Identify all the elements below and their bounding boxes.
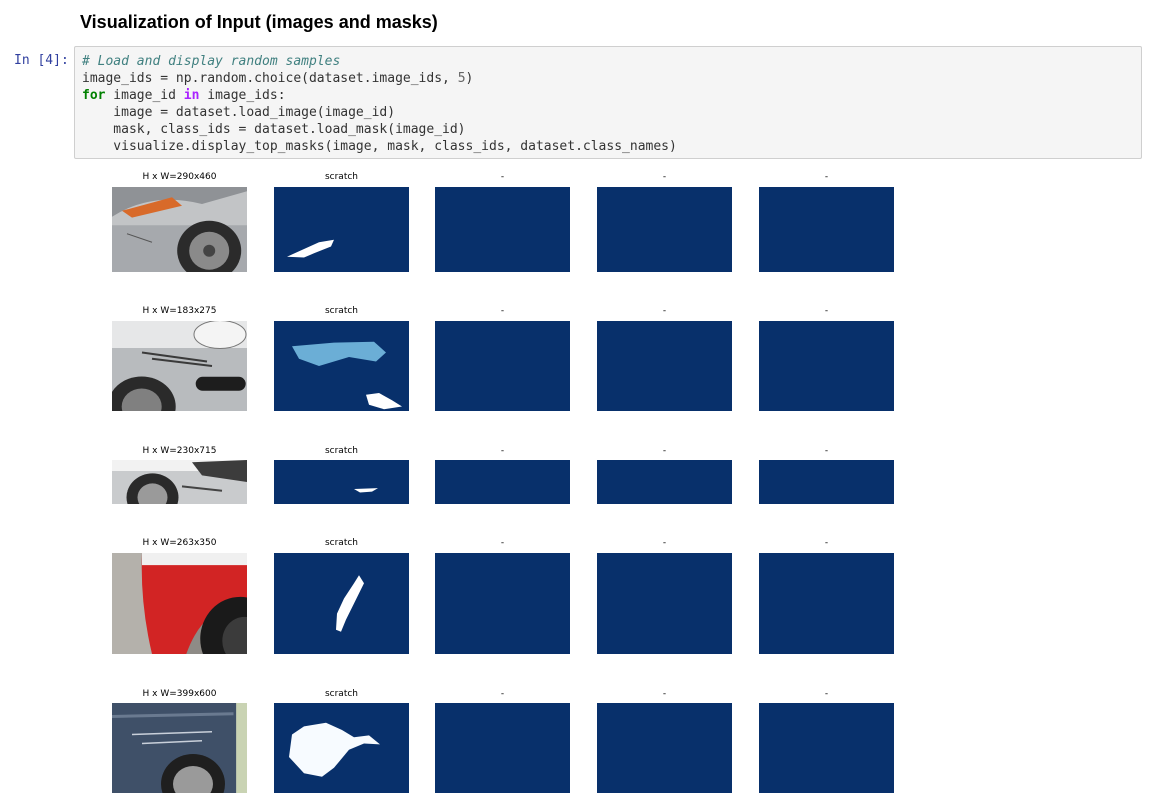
code-line: visualize.display_top_masks(image, mask,… bbox=[82, 138, 1141, 155]
mask-region bbox=[336, 575, 364, 632]
mask-panel bbox=[435, 321, 570, 411]
mask-panel bbox=[274, 187, 409, 272]
code-token: visualize.display_top_masks(image, mask,… bbox=[82, 139, 677, 154]
car-damage-photo bbox=[112, 703, 247, 793]
code-token: 5 bbox=[457, 71, 466, 86]
mask-class-title: - bbox=[824, 689, 829, 699]
code-line: # Load and display random samples bbox=[82, 53, 1141, 70]
image-size-title: H x W=183x275 bbox=[142, 306, 217, 316]
code-token: mask, class_ids = dataset.load_mask(imag… bbox=[82, 122, 466, 137]
code-line: image_ids = np.random.choice(dataset.ima… bbox=[82, 70, 1141, 87]
mask-panel bbox=[597, 321, 732, 411]
mask-panel bbox=[274, 553, 409, 654]
cell-prompt: In [4]: bbox=[14, 53, 69, 68]
mask-class-title: - bbox=[662, 446, 667, 456]
mask-panel bbox=[597, 187, 732, 272]
car-damage-photo bbox=[112, 321, 247, 411]
image-size-title: H x W=263x350 bbox=[142, 538, 217, 548]
mask-class-title: - bbox=[824, 172, 829, 182]
mask-class-title: - bbox=[662, 689, 667, 699]
mask-class-title: - bbox=[824, 538, 829, 548]
mask-region bbox=[292, 341, 386, 366]
mask-class-title: - bbox=[500, 538, 505, 548]
mask-class-title: - bbox=[824, 446, 829, 456]
mask-panel bbox=[759, 553, 894, 654]
image-size-title: H x W=290x460 bbox=[142, 172, 217, 182]
code-token: image_ids: bbox=[199, 88, 286, 103]
image-size-title: H x W=230x715 bbox=[142, 446, 217, 456]
mask-class-title: scratch bbox=[324, 538, 359, 548]
mask-class-title: scratch bbox=[324, 446, 359, 456]
mask-panel bbox=[435, 703, 570, 793]
mask-panel bbox=[435, 187, 570, 272]
car-damage-photo bbox=[112, 553, 247, 654]
car-damage-photo bbox=[112, 460, 247, 504]
code-token: image_id bbox=[105, 88, 184, 103]
mask-region bbox=[366, 393, 402, 410]
page-title: Visualization of Input (images and masks… bbox=[80, 12, 438, 32]
mask-class-title: - bbox=[662, 538, 667, 548]
mask-panel bbox=[274, 703, 409, 793]
mask-panel bbox=[759, 703, 894, 793]
code-token: in bbox=[183, 88, 200, 103]
code-line: for image_id in image_ids: bbox=[82, 87, 1141, 104]
mask-panel bbox=[597, 553, 732, 654]
mask-class-title: - bbox=[500, 446, 505, 456]
mask-class-title: - bbox=[662, 172, 667, 182]
mask-class-title: - bbox=[500, 306, 505, 316]
car-damage-photo bbox=[112, 187, 247, 272]
mask-panel bbox=[759, 460, 894, 504]
code-cell[interactable]: # Load and display random samples image_i… bbox=[74, 46, 1142, 159]
mask-class-title: - bbox=[824, 306, 829, 316]
mask-panel bbox=[597, 703, 732, 793]
image-size-title: H x W=399x600 bbox=[142, 689, 217, 699]
mask-class-title: - bbox=[500, 172, 505, 182]
mask-class-title: scratch bbox=[324, 172, 359, 182]
code-token: image = dataset.load_image(image_id) bbox=[82, 105, 396, 120]
mask-class-title: scratch bbox=[324, 306, 359, 316]
mask-region bbox=[287, 239, 334, 258]
mask-panel bbox=[274, 460, 409, 504]
mask-panel bbox=[435, 553, 570, 654]
mask-class-title: - bbox=[500, 689, 505, 699]
code-token: # Load and display random samples bbox=[82, 54, 341, 69]
mask-region bbox=[289, 722, 380, 777]
mask-panel bbox=[435, 460, 570, 504]
mask-panel bbox=[759, 321, 894, 411]
code-token: ) bbox=[465, 71, 474, 86]
mask-class-title: - bbox=[662, 306, 667, 316]
code-line: mask, class_ids = dataset.load_mask(imag… bbox=[82, 121, 1141, 138]
mask-class-title: scratch bbox=[324, 689, 359, 699]
code-token: image_ids = np.random.choice(dataset.ima… bbox=[82, 71, 458, 86]
mask-panel bbox=[274, 321, 409, 411]
mask-panel bbox=[759, 187, 894, 272]
code-token: for bbox=[82, 88, 106, 103]
mask-panel bbox=[597, 460, 732, 504]
code-line: image = dataset.load_image(image_id) bbox=[82, 104, 1141, 121]
mask-region bbox=[354, 488, 378, 493]
